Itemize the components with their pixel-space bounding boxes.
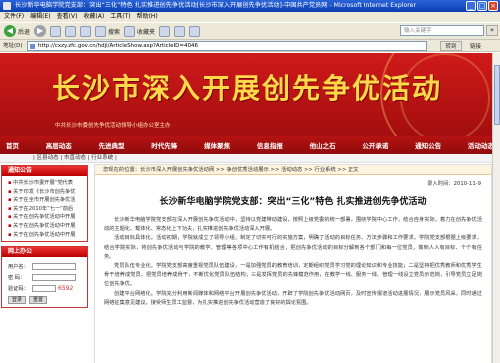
username-input[interactable] — [32, 263, 76, 271]
list-item[interactable]: 关于在2010年“七一”前后 — [8, 205, 84, 214]
window-title: 长沙新华电脑学院党支部：突出“三化”特色 扎实推进创先争优活动[长沙市深入开展创… — [15, 2, 417, 9]
breadcrumb[interactable]: 您现在的位置：长沙市深入开展创先争优活动网 >> 争创优秀活动展示 >> 活动动… — [95, 165, 491, 175]
address-bar: 地址(D) http://cxzy.zfc.gov.cn/hdjl/Articl… — [0, 40, 500, 52]
password-row: 密 码： — [8, 272, 83, 283]
back-button[interactable]: ◀ 后退 — [4, 25, 30, 37]
search-toolbar-button[interactable]: 搜索 — [95, 25, 121, 37]
article-paragraph: 活动目标具体化。活动初期，学院就成立了领导小组，制定了切实可行的实施方案，明确了… — [104, 235, 482, 260]
search-input[interactable]: 输入关键字 — [400, 25, 484, 36]
vertical-scrollbar[interactable] — [492, 53, 500, 363]
login-buttons: 登录 重置 — [8, 296, 83, 305]
menu-favorites[interactable]: 收藏(A) — [83, 12, 104, 22]
username-label: 用户名： — [8, 264, 29, 271]
address-input[interactable]: http://cxzy.zfc.gov.cn/hdjl/ArticleShow.… — [27, 41, 427, 51]
nav-item-promise[interactable]: 公开承诺 — [362, 140, 388, 150]
minimize-button[interactable]: _ — [466, 1, 476, 11]
main-nav: 首页 高层动态 先进典型 时代先锋 媒体聚焦 信息指报 他山之石 公开承诺 通知… — [0, 136, 500, 154]
menu-edit[interactable]: 编辑(E) — [30, 12, 50, 22]
favorites-button[interactable]: 收藏夹 — [124, 25, 156, 37]
mail-icon[interactable] — [174, 25, 186, 37]
forward-arrow-icon: ▶ — [34, 25, 47, 37]
window-titlebar: 长沙新华电脑学院党支部：突出“三化”特色 扎实推进创先争优活动[长沙市深入开展创… — [0, 0, 500, 12]
password-label: 密 码： — [8, 275, 26, 282]
menu-view[interactable]: 查看(V) — [57, 12, 78, 22]
stop-icon[interactable] — [50, 25, 62, 37]
print-icon[interactable] — [189, 25, 201, 37]
list-item[interactable]: 关于在创先争优活动中开展 — [8, 231, 84, 240]
article-headline: 长沙新华电脑学院党支部：突出“三化”特色 扎实推进创先争优活动 — [159, 197, 427, 207]
back-label: 后退 — [18, 28, 31, 36]
nav-item-info[interactable]: 信息指报 — [257, 140, 283, 150]
article-paragraph: 党员队伍专业化。学院党支部高度重视党员队伍建设，一是加强党员的教育培训，定期组织… — [104, 263, 482, 288]
article-area: 您现在的位置：长沙市深入开展创先争优活动网 >> 争创优秀活动展示 >> 活动动… — [94, 164, 492, 363]
notice-panel: 通知公告 中共长沙市委开展“党代表 关于印发《长沙市创先争优 关于在全市开展创先… — [1, 165, 88, 243]
login-panel-title: 网上办公 — [2, 247, 87, 258]
search-go-button[interactable]: » — [486, 25, 498, 36]
list-item[interactable]: 关于在创先争优活动中开展 — [8, 222, 84, 231]
login-form: 用户名： 密 码： 验证码： 6592 登录 重置 — [2, 257, 87, 307]
nav-item-models[interactable]: 先进典型 — [99, 140, 125, 150]
links-label[interactable]: 链接 — [470, 42, 481, 50]
search-toolbar-label: 搜索 — [108, 28, 121, 36]
menu-file[interactable]: 文件(F) — [4, 12, 24, 22]
site-banner: 长沙市深入开展创先争优活动 中共长沙市委创先争优活动领导小组办公室主办 — [0, 53, 500, 136]
publish-time: 录入时间：2010-11-9 — [427, 181, 481, 187]
nav-item-leaders[interactable]: 高层动态 — [46, 140, 72, 150]
maximize-button[interactable]: □ — [477, 1, 487, 11]
article-paragraph: 创建平台网络化。学院充分利用新闻媒体和网络平台开展创先争优活动，开辟了学院创先争… — [104, 290, 482, 306]
password-input[interactable] — [32, 274, 76, 282]
page-icon — [30, 44, 35, 49]
list-item[interactable]: 关于印发《长沙市创先争优 — [8, 188, 84, 197]
captcha-row: 验证码： 6592 — [8, 283, 83, 294]
login-panel: 网上办公 用户名： 密 码： 验证码： 6592 登录 重置 — [1, 246, 88, 309]
menu-tools[interactable]: 工具(T) — [110, 12, 130, 22]
search-icon — [95, 25, 107, 37]
nav-item-activities[interactable]: 活动动态 — [468, 140, 494, 150]
nav-item-home[interactable]: 首页 — [6, 140, 19, 150]
forward-button[interactable]: ▶ — [34, 25, 47, 37]
back-arrow-icon: ◀ — [4, 25, 16, 37]
star-icon — [124, 25, 136, 37]
sidebar: 通知公告 中共长沙市委开展“党代表 关于印发《长沙市创先争优 关于在全市开展创先… — [1, 165, 88, 363]
menu-help[interactable]: 帮助(H) — [137, 12, 158, 22]
scrollbar-thumb[interactable] — [494, 65, 500, 125]
ie-icon — [3, 2, 11, 10]
notice-panel-title: 通知公告 — [2, 166, 87, 176]
nav-item-others[interactable]: 他山之石 — [310, 140, 336, 150]
login-button[interactable]: 登录 — [8, 296, 27, 305]
reset-button[interactable]: 重置 — [29, 296, 48, 305]
captcha-input[interactable] — [32, 285, 56, 293]
nav-item-media[interactable]: 媒体聚焦 — [204, 140, 230, 150]
article-paragraph: 长沙新华电脑学院党支部在深入开展创先争优活动中，坚持以党建带动建设，按照上级党委… — [104, 217, 482, 233]
nav-item-notices[interactable]: 通知公告 — [415, 140, 441, 150]
menu-bar: 文件(F) 编辑(E) 查看(V) 收藏(A) 工具(T) 帮助(H) — [0, 12, 500, 22]
home-icon[interactable] — [80, 25, 92, 37]
address-label: 地址(D) — [3, 43, 23, 49]
refresh-icon[interactable] — [65, 25, 77, 37]
list-item[interactable]: 关于在全市开展创先争优活 — [8, 196, 84, 205]
favorites-label: 收藏夹 — [137, 28, 156, 36]
captcha-label: 验证码： — [8, 286, 29, 293]
list-item[interactable]: 关于在创先争优活动中开展 — [8, 213, 84, 222]
address-url: http://cxzy.zfc.gov.cn/hdjl/ArticleShow.… — [38, 43, 198, 49]
notice-list: 中共长沙市委开展“党代表 关于印发《长沙市创先争优 关于在全市开展创先争优活 关… — [2, 176, 87, 241]
username-row: 用户名： — [8, 261, 83, 272]
banner-subtitle: 中共长沙市委创先争优活动领导小组办公室主办 — [55, 123, 171, 129]
captcha-code: 6592 — [58, 285, 74, 293]
go-button[interactable]: 转到 — [440, 41, 462, 51]
history-icon[interactable] — [159, 25, 171, 37]
close-button[interactable]: × — [488, 1, 498, 11]
banner-title: 长沙市深入开展创先争优活动 — [52, 72, 443, 105]
list-item[interactable]: 中共长沙市委开展“党代表 — [8, 179, 84, 188]
article-body: 长沙新华电脑学院党支部在深入开展创先争优活动中，坚持以党建带动建设，按照上级党委… — [95, 207, 491, 308]
window-controls: _ □ × — [466, 1, 498, 11]
sub-nav[interactable]: | 区县动态 | 市直动态 | 行业系统 | — [0, 154, 500, 163]
nav-item-pioneers[interactable]: 时代先锋 — [151, 140, 177, 150]
